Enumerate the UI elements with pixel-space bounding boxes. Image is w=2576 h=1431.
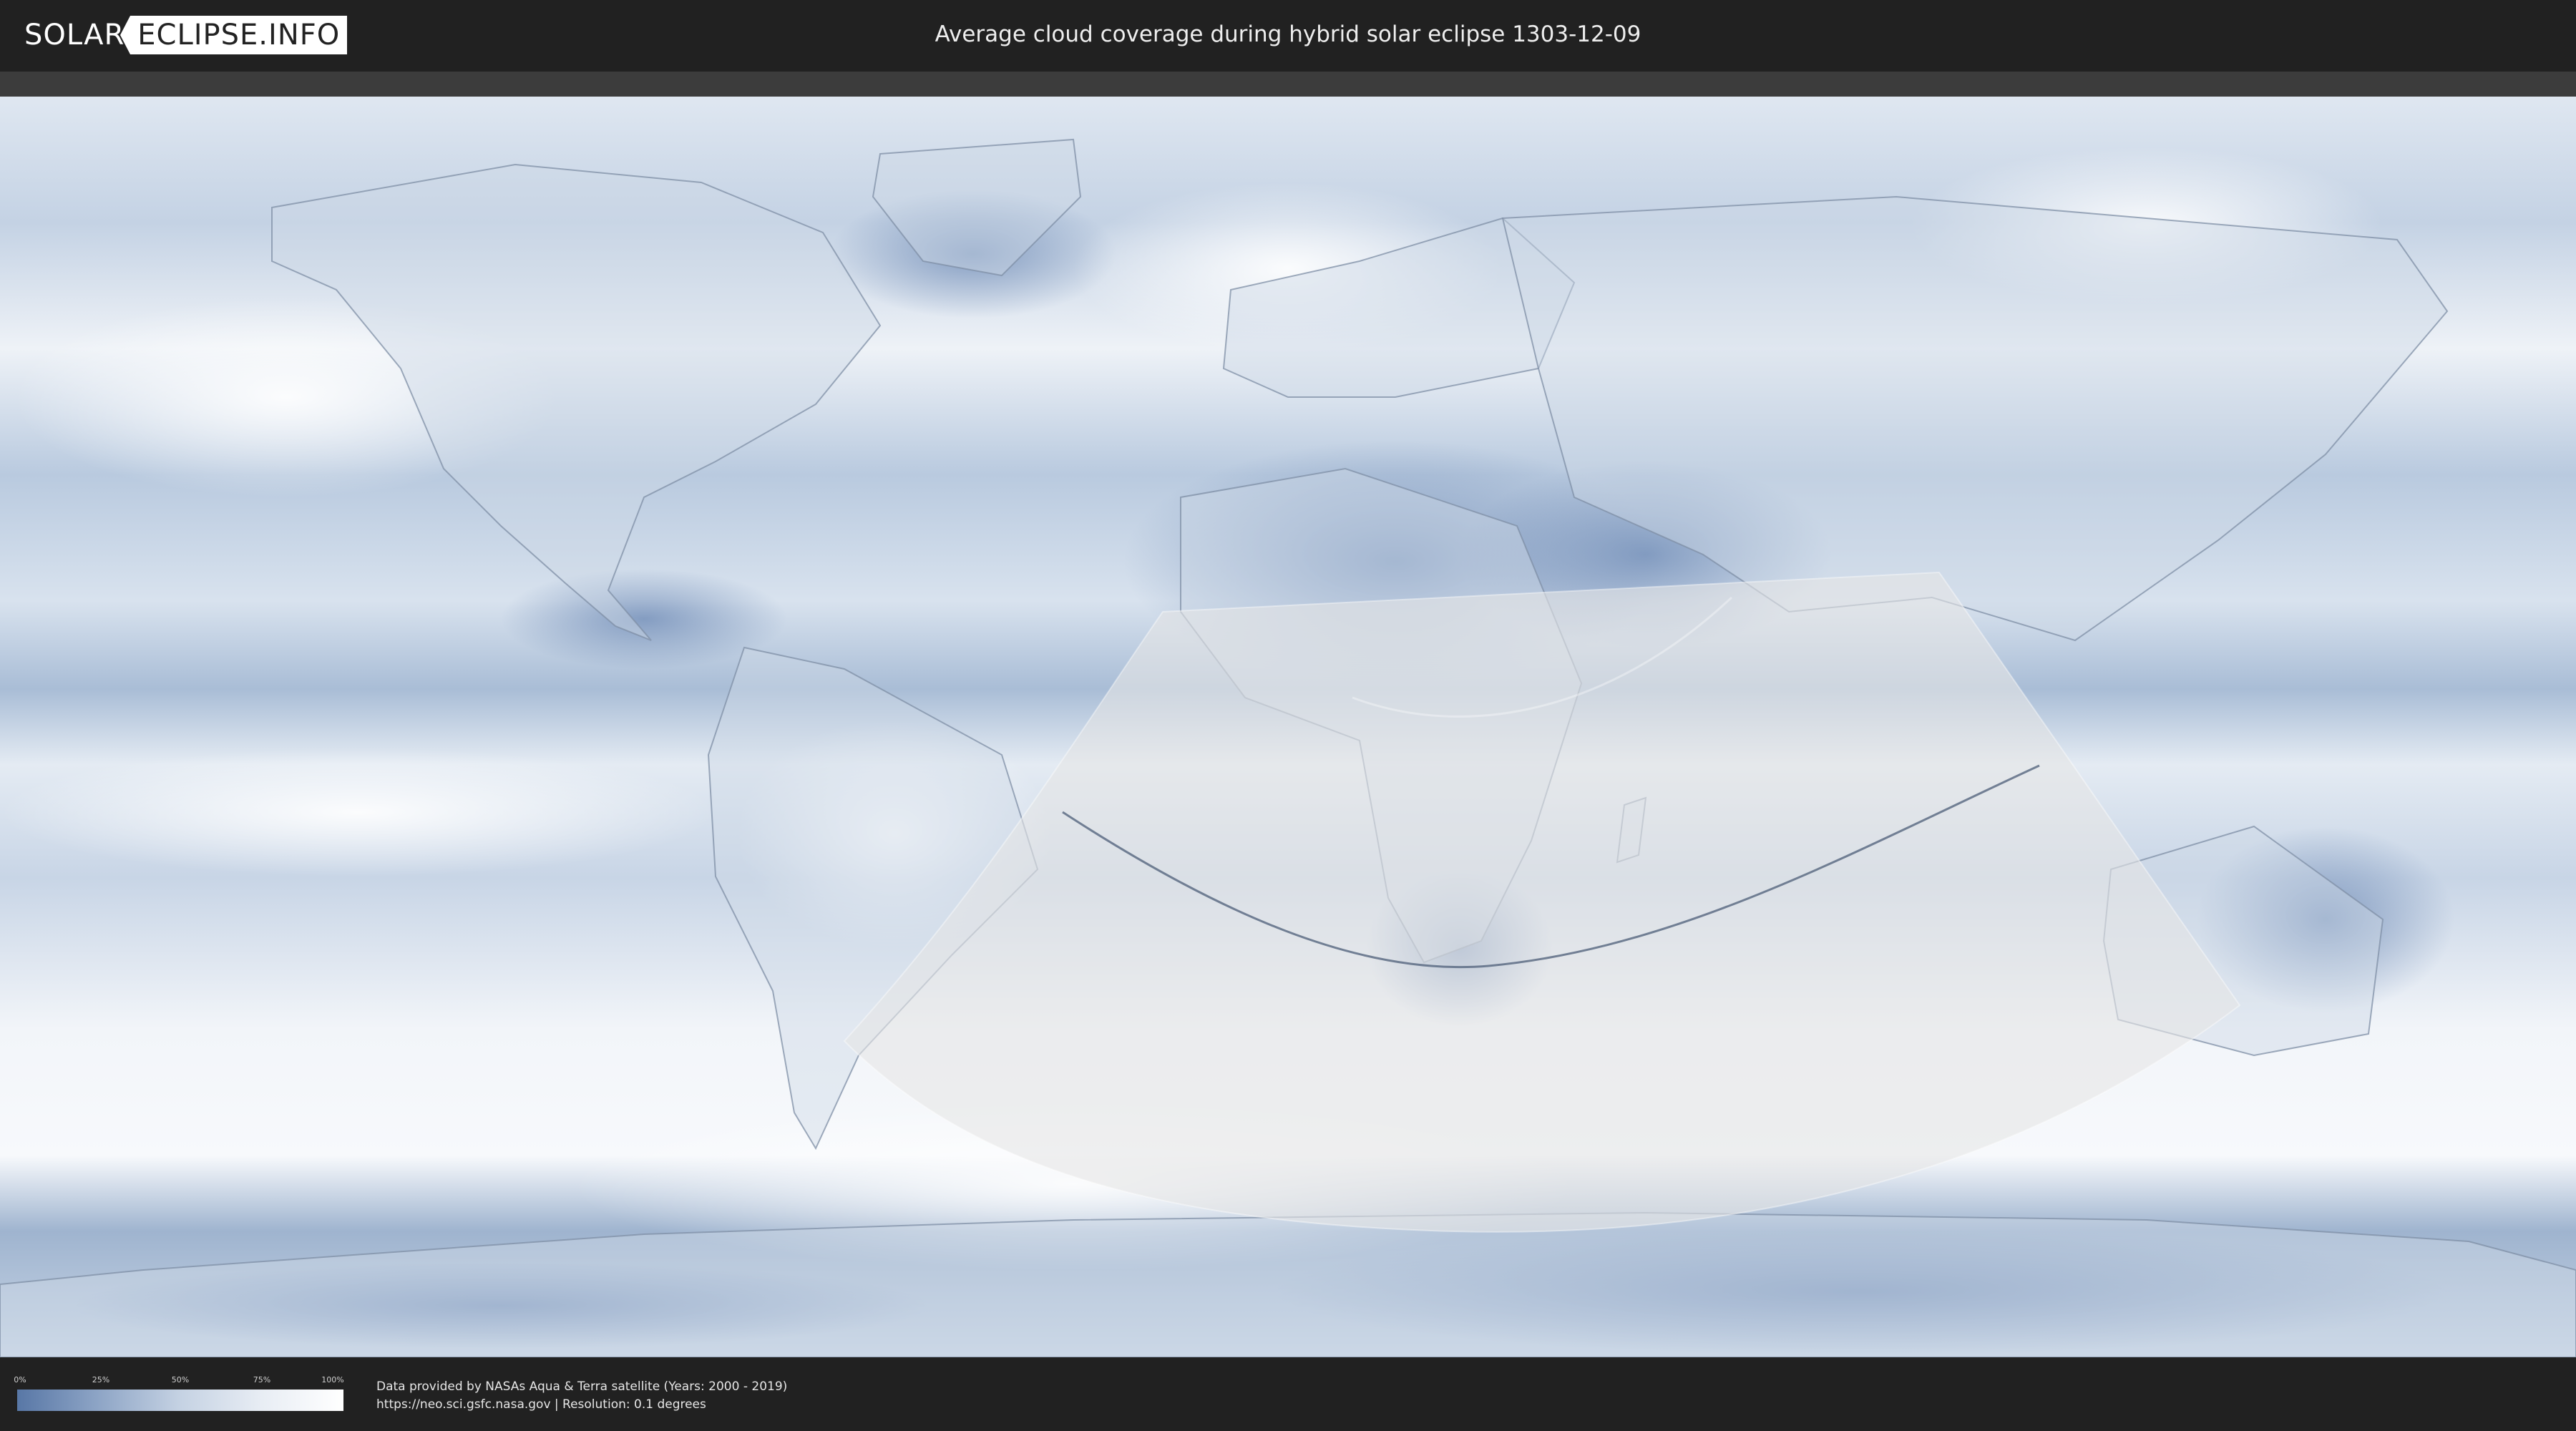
subheader-strip bbox=[0, 72, 2576, 97]
legend-color-bar bbox=[17, 1390, 343, 1411]
header-bar: SOLAR ECLIPSE.INFO Average cloud coverag… bbox=[0, 0, 2576, 72]
data-credits: Data provided by NASAs Aqua & Terra sate… bbox=[376, 1378, 787, 1414]
legend-tick-0: 0% bbox=[14, 1375, 26, 1384]
cloud-coverage-map bbox=[0, 97, 2576, 1357]
credit-line-source: Data provided by NASAs Aqua & Terra sate… bbox=[376, 1379, 788, 1394]
legend-ticks: 0% 25% 50% 75% 100% bbox=[14, 1375, 344, 1388]
legend-tick-100: 100% bbox=[321, 1375, 344, 1384]
legend-tick-25: 25% bbox=[92, 1375, 110, 1384]
legend-tick-50: 50% bbox=[171, 1375, 190, 1384]
legend-tick-75: 75% bbox=[253, 1375, 271, 1384]
cloud-coverage-legend: 0% 25% 50% 75% 100% bbox=[14, 1375, 344, 1411]
page-title: Average cloud coverage during hybrid sol… bbox=[935, 21, 1641, 47]
credit-line-url: https://neo.sci.gsfc.nasa.gov | Resoluti… bbox=[376, 1397, 706, 1412]
